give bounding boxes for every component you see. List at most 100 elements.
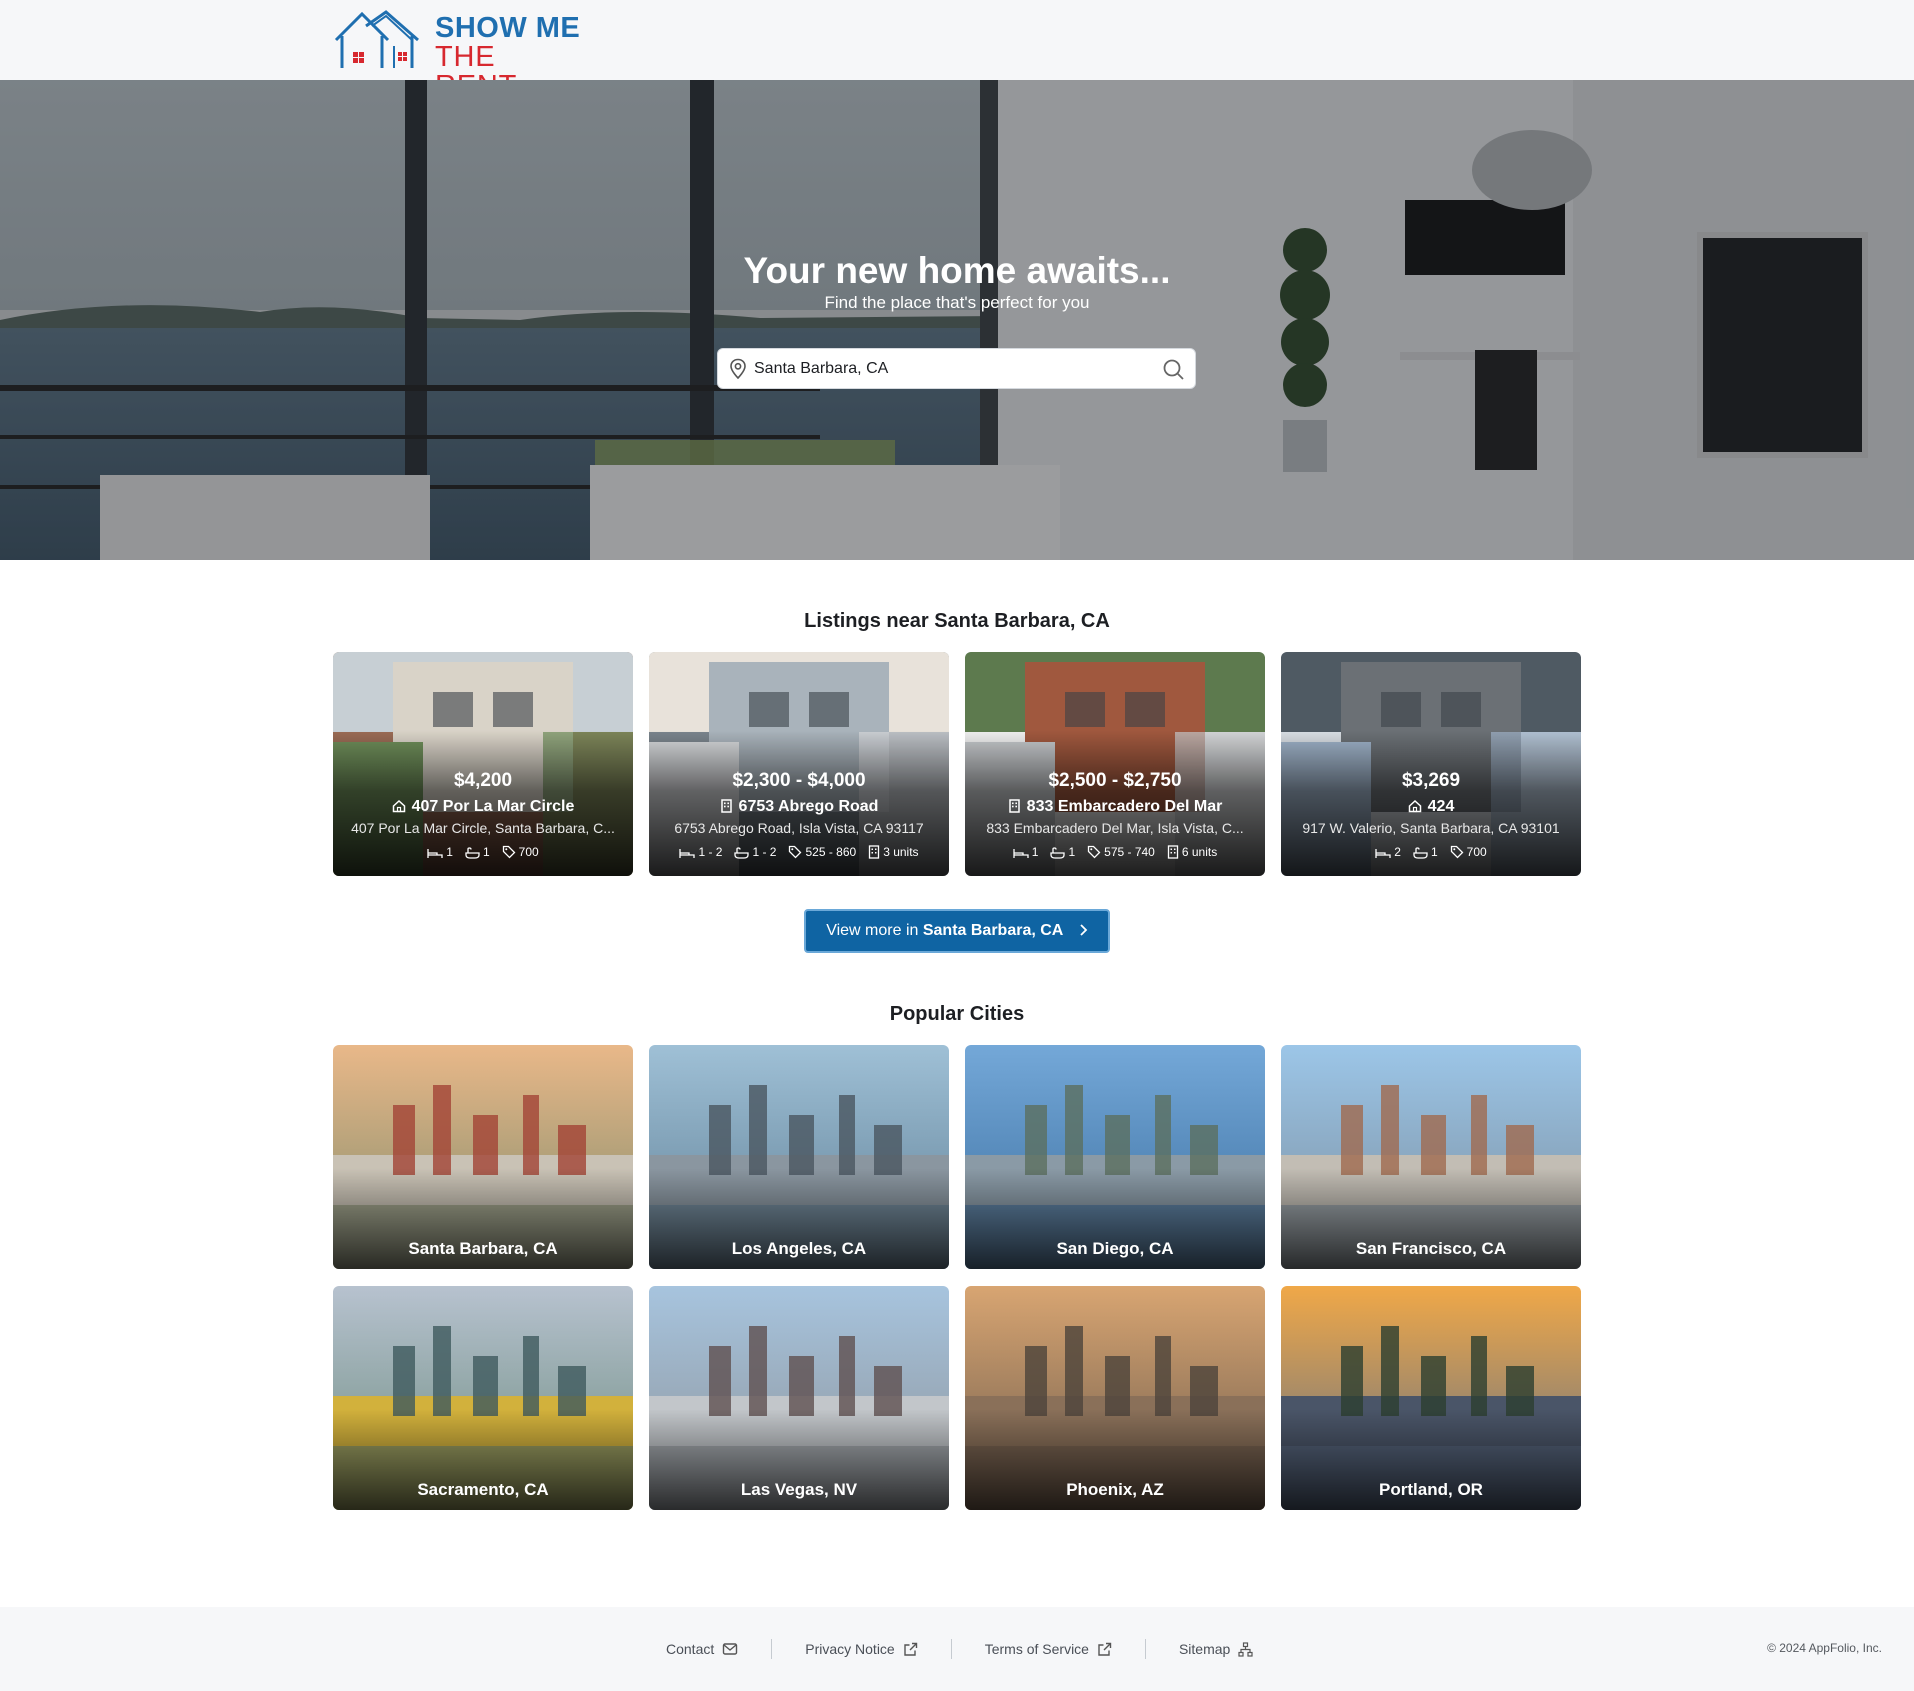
privacy-notice-label: Privacy Notice	[805, 1641, 895, 1657]
city-name: Phoenix, AZ	[1066, 1480, 1164, 1499]
bathtub-icon	[465, 847, 480, 859]
listing-card[interactable]: $2,500 - $2,750 833 Embarcadero Del Mar …	[965, 652, 1265, 876]
listing-address: 6753 Abrego Road, Isla Vista, CA 93117	[674, 820, 924, 836]
listing-baths: 1 - 2	[734, 845, 776, 859]
location-search-bar	[717, 348, 1196, 389]
popular-cities-heading: Popular Cities	[889, 1003, 1025, 1025]
listing-price: $3,269	[1401, 770, 1461, 791]
listing-name: 407 Por La Mar Circle	[333, 798, 633, 816]
house-icon	[392, 799, 405, 813]
units-icon	[869, 845, 880, 859]
city-name: San Francisco, CA	[1355, 1239, 1507, 1258]
baths-value: 1	[1068, 845, 1076, 859]
map-pin-icon	[730, 358, 746, 380]
chevron-right-icon	[1080, 924, 1088, 936]
city-name: San Diego, CA	[1056, 1239, 1174, 1258]
copyright-text: © 2024 AppFolio, Inc.	[1767, 1641, 1882, 1655]
city-card[interactable]: Los Angeles, CA	[649, 1045, 949, 1269]
tag-icon	[502, 845, 516, 859]
view-more-city: Santa Barbara, CA	[922, 922, 1064, 939]
listing-beds: 1	[427, 845, 453, 859]
city-shade	[1281, 1286, 1581, 1510]
listing-sqft: 525 - 860	[788, 845, 856, 859]
city-shade	[333, 1286, 633, 1510]
sqft-value: 700	[518, 845, 539, 859]
privacy-notice-link[interactable]: Privacy Notice	[772, 1641, 950, 1657]
sqft-value: 700	[1466, 845, 1487, 859]
listing-sqft: 700	[1450, 845, 1487, 859]
location-search-input[interactable]	[754, 355, 1154, 383]
city-card[interactable]: Phoenix, AZ	[965, 1286, 1265, 1510]
listing-card[interactable]: $2,300 - $4,000 6753 Abrego Road 6753 Ab…	[649, 652, 949, 876]
tag-icon	[1450, 845, 1464, 859]
city-name: Los Angeles, CA	[731, 1239, 867, 1258]
beds-value: 2	[1394, 845, 1401, 859]
listing-baths: 1	[1413, 845, 1438, 859]
city-card[interactable]: Sacramento, CA	[333, 1286, 633, 1510]
tag-icon	[789, 845, 802, 859]
city-shade	[965, 1286, 1265, 1510]
listing-shade	[649, 652, 949, 876]
city-shade	[333, 1045, 633, 1269]
city-name: Las Vegas, NV	[740, 1480, 858, 1499]
listing-sqft: 700	[502, 845, 539, 859]
listing-stats: 1 1 700	[333, 845, 633, 859]
contact-link[interactable]: Contact	[633, 1641, 771, 1657]
city-card[interactable]: San Diego, CA	[965, 1045, 1265, 1269]
city-card[interactable]: Santa Barbara, CA	[333, 1045, 633, 1269]
listings-heading: Listings near Santa Barbara, CA	[804, 610, 1110, 632]
city-shade	[1281, 1045, 1581, 1269]
city-card[interactable]: Portland, OR	[1281, 1286, 1581, 1510]
listing-address: 833 Embarcadero Del Mar, Isla Vista, C..…	[986, 820, 1244, 836]
bed-icon	[1375, 849, 1391, 858]
bathtub-icon	[1050, 847, 1066, 859]
sqft-value: 575 - 740	[1104, 845, 1155, 859]
bed-icon	[1013, 849, 1029, 858]
terms-of-service-link[interactable]: Terms of Service	[952, 1641, 1145, 1657]
listing-price: $4,200	[453, 770, 513, 791]
city-shade	[649, 1286, 949, 1510]
units-icon	[1167, 845, 1179, 859]
listing-name-text: 833 Embarcadero Del Mar	[1026, 798, 1223, 815]
external-link-icon	[904, 1642, 917, 1656]
listing-stats: 1 - 2 1 - 2 525 - 860 3 units	[649, 845, 949, 859]
listing-card[interactable]: $3,269 424 917 W. Valerio, Santa Barbara…	[1281, 652, 1581, 876]
footer-links: Contact Privacy Notice Terms of Service …	[633, 1637, 1286, 1661]
brand-logo[interactable]: SHOW ME THE RENT	[332, 8, 582, 101]
city-card[interactable]: San Francisco, CA	[1281, 1045, 1581, 1269]
units-value: 6 units	[1181, 845, 1218, 859]
sitemap-label: Sitemap	[1178, 1641, 1231, 1657]
listing-beds: 2	[1375, 845, 1401, 859]
sqft-value: 525 - 860	[805, 845, 857, 859]
building-icon	[1008, 799, 1020, 813]
listing-price: $2,300 - $4,000	[732, 770, 866, 791]
baths-value: 1 - 2	[752, 845, 777, 859]
listing-name-text: 424	[1427, 798, 1455, 815]
listing-shade	[965, 652, 1265, 876]
city-card[interactable]: Las Vegas, NV	[649, 1286, 949, 1510]
listing-shade	[333, 652, 633, 876]
beds-value: 1	[1031, 845, 1039, 859]
listing-beds: 1	[1013, 845, 1039, 859]
baths-value: 1	[482, 845, 490, 859]
site-header: SHOW ME THE RENT	[0, 0, 1914, 101]
house-roofs-logo-icon	[334, 10, 419, 68]
bed-icon	[679, 849, 696, 858]
view-more-prefix: View more in	[826, 922, 923, 939]
listing-card[interactable]: $4,200 407 Por La Mar Circle 407 Por La …	[333, 652, 633, 876]
listing-name-text: 407 Por La Mar Circle	[411, 798, 575, 815]
city-name: Sacramento, CA	[417, 1480, 549, 1499]
hero-banner: Your new home awaits... Find the place t…	[0, 80, 1914, 560]
search-icon[interactable]	[1162, 358, 1185, 381]
sitemap-link[interactable]: Sitemap	[1146, 1641, 1286, 1657]
listing-name-text: 6753 Abrego Road	[738, 798, 879, 815]
bathtub-icon	[1413, 847, 1428, 859]
listing-address: 917 W. Valerio, Santa Barbara, CA 93101	[1302, 820, 1560, 836]
view-more-button[interactable]: View more in Santa Barbara, CA	[804, 909, 1110, 953]
hero-title: Your new home awaits...	[743, 250, 1171, 291]
hero-subtitle: Find the place that's perfect for you	[824, 293, 1090, 312]
baths-value: 1	[1430, 845, 1438, 859]
mail-icon	[723, 1643, 738, 1655]
listing-name: 424	[1281, 798, 1581, 816]
listing-baths: 1	[465, 845, 490, 859]
